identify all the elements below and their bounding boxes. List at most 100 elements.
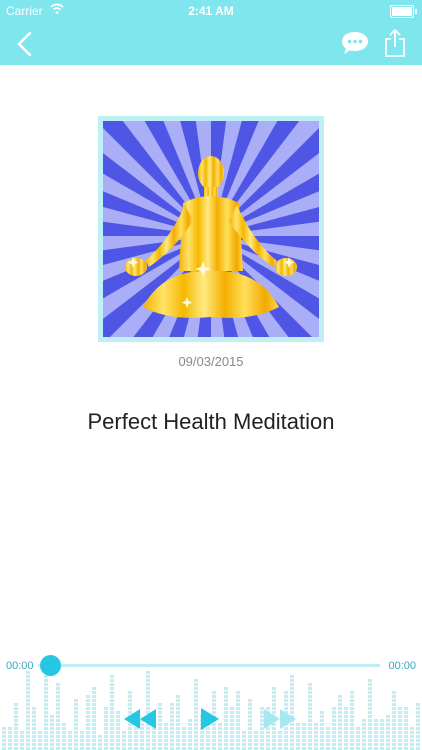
- equalizer-segment: [62, 739, 66, 742]
- equalizer-segment: [38, 735, 42, 738]
- equalizer-segment: [194, 743, 198, 746]
- equalizer-segment: [380, 735, 384, 738]
- equalizer-segment: [374, 735, 378, 738]
- equalizer-segment: [272, 687, 276, 690]
- equalizer-segment: [92, 711, 96, 714]
- equalizer-segment: [398, 743, 402, 746]
- equalizer-segment: [122, 743, 126, 746]
- equalizer-segment: [110, 731, 114, 734]
- play-icon[interactable]: [200, 708, 220, 730]
- equalizer-segment: [146, 731, 150, 734]
- equalizer-segment: [14, 707, 18, 710]
- equalizer-segment: [362, 731, 366, 734]
- equalizer-segment: [368, 695, 372, 698]
- rewind-icon[interactable]: [124, 709, 156, 729]
- equalizer-segment: [308, 691, 312, 694]
- equalizer-segment: [290, 735, 294, 738]
- equalizer-segment: [38, 743, 42, 746]
- equalizer-segment: [170, 723, 174, 726]
- equalizer-segment: [20, 739, 24, 742]
- equalizer-segment: [278, 743, 282, 746]
- equalizer-segment: [32, 711, 36, 714]
- equalizer-segment: [404, 735, 408, 738]
- equalizer-segment: [404, 727, 408, 730]
- equalizer-segment: [392, 707, 396, 710]
- equalizer-segment: [368, 715, 372, 718]
- equalizer-segment: [104, 727, 108, 730]
- equalizer-segment: [158, 707, 162, 710]
- equalizer-segment: [284, 691, 288, 694]
- equalizer-segment: [392, 731, 396, 734]
- equalizer-segment: [326, 731, 330, 734]
- equalizer-segment: [110, 743, 114, 746]
- equalizer-segment: [44, 719, 48, 722]
- equalizer-segment: [74, 711, 78, 714]
- equalizer-segment: [14, 715, 18, 718]
- equalizer-segment: [296, 723, 300, 726]
- equalizer-segment: [392, 723, 396, 726]
- equalizer-segment: [230, 707, 234, 710]
- equalizer-segment: [194, 731, 198, 734]
- equalizer-segment: [104, 735, 108, 738]
- equalizer-segment: [362, 719, 366, 722]
- equalizer-segment: [188, 739, 192, 742]
- equalizer-segment: [44, 683, 48, 686]
- equalizer-segment: [242, 739, 246, 742]
- equalizer-segment: [98, 735, 102, 738]
- share-icon[interactable]: [384, 28, 406, 58]
- equalizer-segment: [302, 739, 306, 742]
- equalizer-segment: [308, 695, 312, 698]
- chat-icon[interactable]: [340, 30, 370, 56]
- equalizer-segment: [224, 731, 228, 734]
- equalizer-segment: [392, 727, 396, 730]
- equalizer-segment: [380, 743, 384, 746]
- equalizer-segment: [164, 735, 168, 738]
- equalizer-segment: [368, 687, 372, 690]
- equalizer-segment: [158, 719, 162, 722]
- equalizer-segment: [134, 735, 138, 738]
- equalizer-segment: [56, 687, 60, 690]
- equalizer-segment: [92, 731, 96, 734]
- equalizer-segment: [2, 739, 6, 742]
- equalizer-segment: [284, 735, 288, 738]
- equalizer-segment: [194, 683, 198, 686]
- equalizer-segment: [74, 719, 78, 722]
- equalizer-segment: [248, 711, 252, 714]
- equalizer-segment: [278, 735, 282, 738]
- equalizer-segment: [230, 715, 234, 718]
- equalizer-segment: [308, 683, 312, 686]
- equalizer-segment: [92, 691, 96, 694]
- equalizer-segment: [110, 739, 114, 742]
- equalizer-segment: [368, 699, 372, 702]
- equalizer-segment: [338, 719, 342, 722]
- equalizer-segment: [44, 743, 48, 746]
- equalizer-segment: [416, 719, 420, 722]
- equalizer-segment: [134, 731, 138, 734]
- fast-forward-icon[interactable]: [264, 709, 296, 729]
- equalizer-segment: [44, 711, 48, 714]
- equalizer-segment: [176, 731, 180, 734]
- equalizer-segment: [302, 735, 306, 738]
- progress-knob[interactable]: [40, 655, 61, 676]
- equalizer-segment: [44, 687, 48, 690]
- equalizer-segment: [164, 739, 168, 742]
- equalizer-segment: [80, 743, 84, 746]
- equalizer-segment: [200, 739, 204, 742]
- back-icon[interactable]: [12, 30, 38, 58]
- equalizer-segment: [50, 723, 54, 726]
- equalizer-segment: [44, 731, 48, 734]
- equalizer-segment: [248, 699, 252, 702]
- battery-icon: [390, 5, 417, 18]
- equalizer-segment: [410, 731, 414, 734]
- equalizer-segment: [404, 719, 408, 722]
- equalizer-segment: [230, 735, 234, 738]
- equalizer-segment: [314, 723, 318, 726]
- equalizer-segment: [176, 703, 180, 706]
- progress-track[interactable]: [38, 664, 380, 667]
- equalizer-segment: [32, 727, 36, 730]
- equalizer-segment: [368, 743, 372, 746]
- equalizer-segment: [308, 723, 312, 726]
- equalizer-segment: [224, 711, 228, 714]
- equalizer-segment: [254, 735, 258, 738]
- equalizer-segment: [140, 743, 144, 746]
